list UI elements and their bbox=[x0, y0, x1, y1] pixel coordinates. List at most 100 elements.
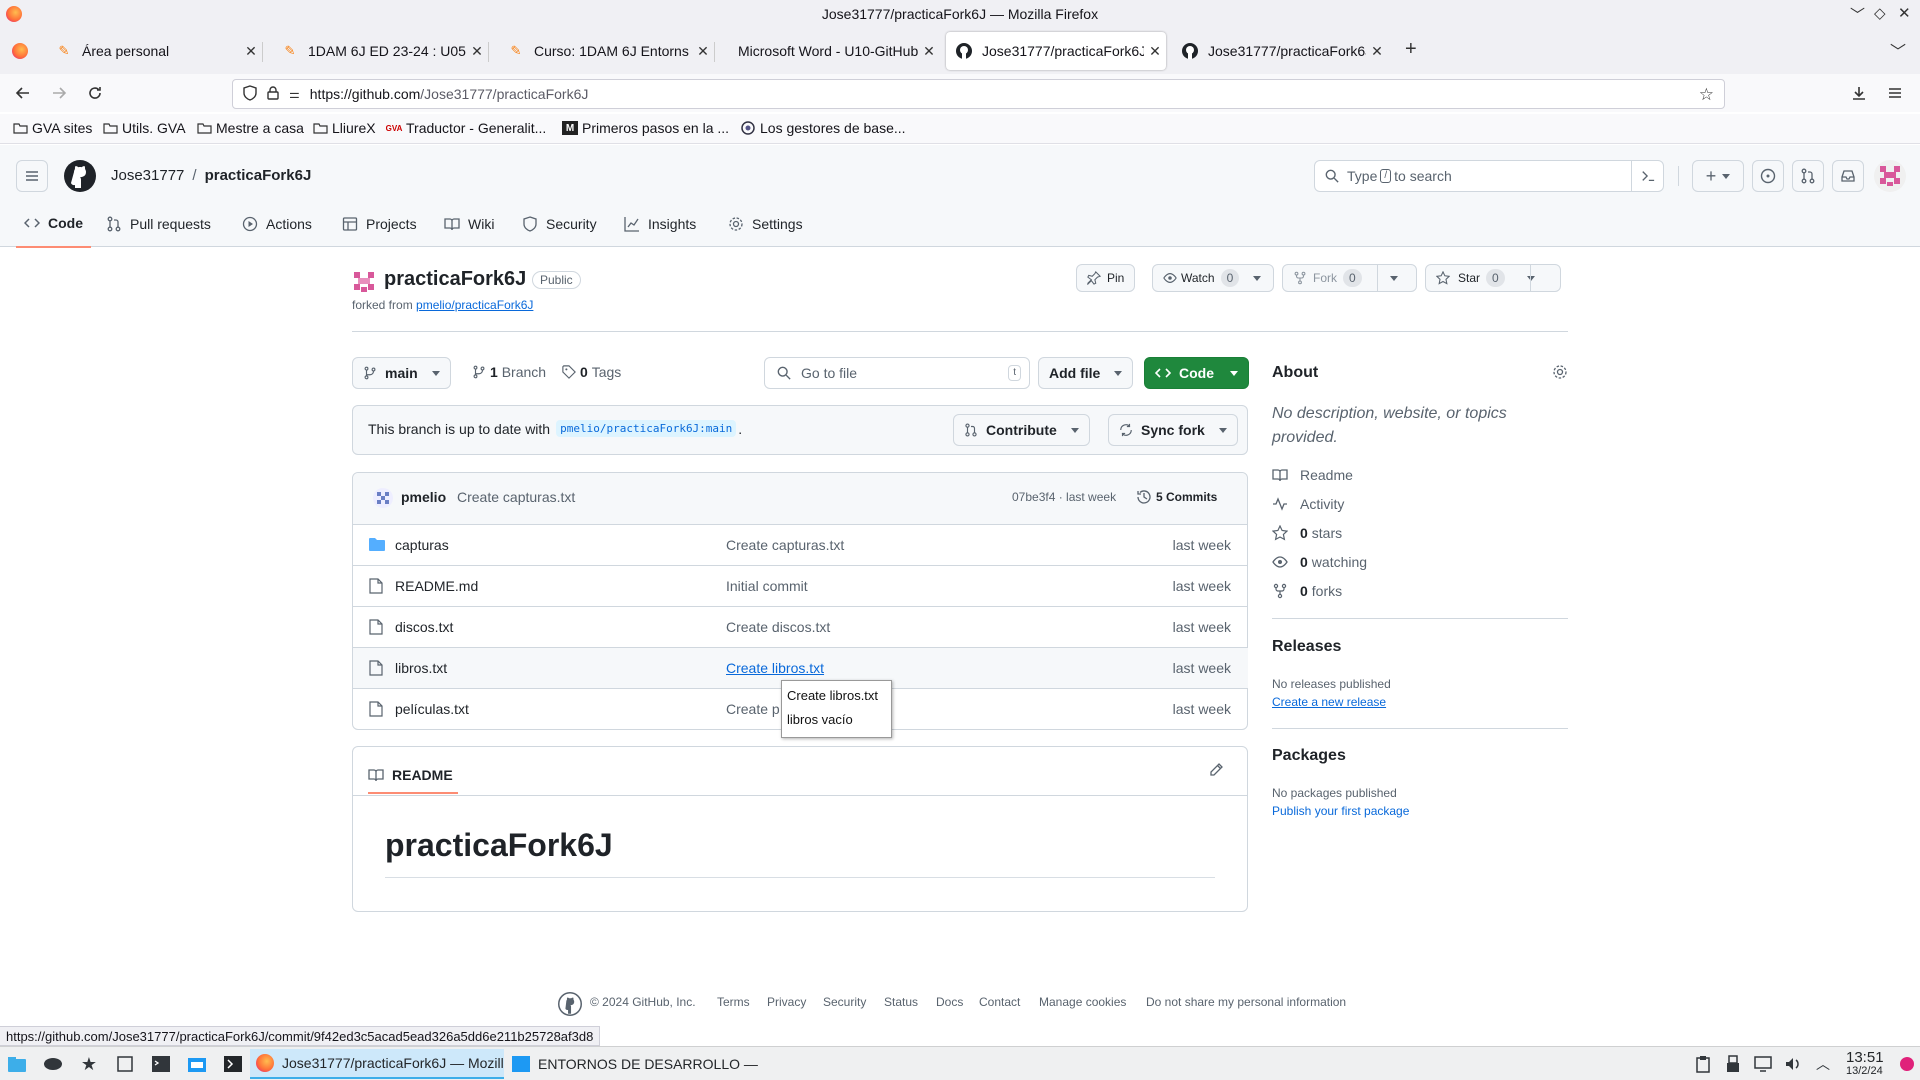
footer-link[interactable]: Contact bbox=[979, 995, 1020, 1009]
notification-dot-icon[interactable] bbox=[1900, 1057, 1914, 1071]
tray-expand-icon[interactable]: ︿ bbox=[1812, 1053, 1834, 1075]
file-commit-message[interactable]: Create p bbox=[726, 701, 780, 717]
tracking-shield-icon[interactable] bbox=[243, 84, 257, 104]
watching-link[interactable]: 0 watching bbox=[1272, 554, 1367, 570]
tab-security[interactable]: Security bbox=[522, 200, 597, 248]
code-button[interactable]: Code bbox=[1144, 357, 1249, 389]
footer-link[interactable]: Terms bbox=[717, 995, 750, 1009]
branch-selector[interactable]: main bbox=[352, 357, 451, 389]
table-row[interactable]: README.md Initial commit last week bbox=[353, 565, 1248, 606]
firefox-view-icon[interactable] bbox=[12, 43, 28, 59]
commits-link[interactable]: 5 Commits bbox=[1136, 489, 1217, 505]
network-icon[interactable] bbox=[1752, 1053, 1774, 1075]
commit-author[interactable]: pmelio bbox=[401, 489, 446, 505]
file-commit-message[interactable]: Create discos.txt bbox=[726, 619, 830, 635]
browser-tab[interactable]: ✎ 1DAM 6J ED 23-24 : U05.- G ✕ bbox=[272, 32, 489, 70]
terminal-icon[interactable] bbox=[150, 1053, 172, 1075]
avatar[interactable] bbox=[1874, 160, 1906, 195]
footer-link[interactable]: Privacy bbox=[767, 995, 806, 1009]
issues-button[interactable] bbox=[1752, 160, 1784, 192]
forked-from-link[interactable]: pmelio/practicaFork6J bbox=[416, 298, 533, 312]
about-settings-icon[interactable] bbox=[1552, 364, 1568, 383]
tab-projects[interactable]: Projects bbox=[342, 200, 417, 248]
file-name[interactable]: películas.txt bbox=[395, 701, 469, 717]
create-release-link[interactable]: Create a new release bbox=[1272, 695, 1386, 709]
desktop-icon[interactable] bbox=[114, 1053, 136, 1075]
file-manager-icon[interactable] bbox=[186, 1053, 208, 1075]
tab-wiki[interactable]: Wiki bbox=[444, 200, 494, 248]
add-file-button[interactable]: Add file bbox=[1038, 357, 1134, 389]
fork-button[interactable]: Fork 0 bbox=[1282, 264, 1417, 292]
browser-tab[interactable]: Microsoft Word - U10-GitHub ✕ bbox=[724, 32, 940, 70]
packages-title[interactable]: Packages bbox=[1272, 747, 1346, 765]
minimize-icon[interactable]: ﹀ bbox=[1850, 4, 1865, 25]
close-tab-icon[interactable]: ✕ bbox=[1366, 43, 1388, 60]
edit-readme-icon[interactable] bbox=[1208, 762, 1224, 781]
close-tab-icon[interactable]: ✕ bbox=[466, 43, 488, 60]
publish-package-link[interactable]: Publish your first package bbox=[1272, 804, 1409, 818]
bookmark-folder[interactable]: Mestre a casa bbox=[196, 120, 304, 136]
upstream-ref[interactable]: pmelio/practicaFork6J:main bbox=[556, 420, 737, 437]
file-commit-message[interactable]: Create libros.txt bbox=[726, 660, 824, 676]
readme-link[interactable]: Readme bbox=[1272, 467, 1353, 483]
browser-tab[interactable]: ✎ Área personal ✕ bbox=[46, 32, 263, 70]
tags-link[interactable]: 0 Tags bbox=[562, 364, 621, 380]
close-tab-icon[interactable]: ✕ bbox=[240, 43, 262, 60]
close-tab-icon[interactable]: ✕ bbox=[692, 43, 714, 60]
reload-icon[interactable] bbox=[84, 82, 106, 104]
downloads-icon[interactable] bbox=[1848, 82, 1870, 104]
pin-button[interactable]: Pin bbox=[1076, 264, 1136, 292]
back-icon[interactable] bbox=[12, 82, 34, 104]
activity-link[interactable]: Activity bbox=[1272, 496, 1344, 512]
bookmark-folder[interactable]: GVA sites bbox=[12, 120, 92, 136]
table-row[interactable]: capturas Create capturas.txt last week bbox=[353, 524, 1248, 565]
command-palette-icon[interactable] bbox=[1631, 161, 1663, 191]
breadcrumb-owner[interactable]: Jose31777 bbox=[111, 167, 184, 184]
tab-actions[interactable]: Actions bbox=[242, 200, 312, 248]
close-tab-icon[interactable]: ✕ bbox=[1144, 43, 1166, 60]
start-menu-icon[interactable] bbox=[6, 1053, 28, 1075]
bookmark-star-icon[interactable]: ☆ bbox=[1699, 85, 1714, 105]
list-all-tabs-icon[interactable]: ﹀ bbox=[1890, 38, 1906, 62]
favorites-icon[interactable]: ★ bbox=[78, 1053, 100, 1075]
contribute-button[interactable]: Contribute bbox=[953, 414, 1090, 446]
tab-settings[interactable]: Settings bbox=[728, 200, 803, 248]
clipboard-icon[interactable] bbox=[1692, 1053, 1714, 1075]
inbox-button[interactable] bbox=[1832, 160, 1864, 192]
browser-tab[interactable]: ✎ Curso: 1DAM 6J Entorns de ✕ bbox=[498, 32, 715, 70]
branches-link[interactable]: 1 Branch bbox=[472, 364, 546, 380]
close-tab-icon[interactable]: ✕ bbox=[918, 43, 940, 60]
footer-link[interactable]: Manage cookies bbox=[1039, 995, 1126, 1009]
browser-tab[interactable]: Jose31777/practicaFork6J ✕ bbox=[1172, 32, 1388, 70]
volume-icon[interactable] bbox=[1782, 1053, 1804, 1075]
bookmark-link[interactable]: GVA Traductor - Generalit... bbox=[386, 120, 547, 136]
console-icon[interactable] bbox=[222, 1053, 244, 1075]
file-name[interactable]: capturas bbox=[395, 537, 449, 553]
taskbar-task-firefox[interactable]: Jose31777/practicaFork6J — Mozill... bbox=[250, 1049, 504, 1079]
go-to-file-input[interactable]: Go to file t bbox=[764, 357, 1030, 389]
file-name[interactable]: discos.txt bbox=[395, 619, 453, 635]
footer-link[interactable]: Status bbox=[884, 995, 918, 1009]
file-commit-message[interactable]: Create capturas.txt bbox=[726, 537, 844, 553]
new-tab-icon[interactable]: + bbox=[1405, 38, 1417, 61]
create-new-button[interactable]: + bbox=[1692, 160, 1744, 192]
bookmark-link[interactable]: Los gestores de base... bbox=[740, 120, 906, 136]
file-name[interactable]: README.md bbox=[395, 578, 478, 594]
browser-tab-active[interactable]: Jose31777/practicaFork6J ✕ bbox=[946, 32, 1166, 70]
commit-message[interactable]: Create capturas.txt bbox=[457, 489, 575, 505]
forward-icon[interactable] bbox=[48, 82, 70, 104]
clock-time[interactable]: 13:51 bbox=[1846, 1049, 1884, 1066]
clock-date[interactable]: 13/2/24 bbox=[1846, 1065, 1883, 1077]
usb-device-icon[interactable] bbox=[1722, 1053, 1744, 1075]
maximize-icon[interactable]: ◇ bbox=[1874, 4, 1886, 22]
readme-tab[interactable]: README bbox=[368, 762, 458, 794]
app-menu-icon[interactable] bbox=[1884, 82, 1906, 104]
taskbar-task-files[interactable]: ENTORNOS DE DESARROLLO — D... bbox=[506, 1049, 760, 1079]
pull-requests-button[interactable] bbox=[1792, 160, 1824, 192]
tab-insights[interactable]: Insights bbox=[624, 200, 696, 248]
lock-icon[interactable] bbox=[267, 85, 279, 103]
tab-code[interactable]: Code bbox=[16, 200, 91, 248]
table-row[interactable]: discos.txt Create discos.txt last week bbox=[353, 606, 1248, 647]
stars-link[interactable]: 0 stars bbox=[1272, 525, 1342, 541]
repo-title[interactable]: practicaFork6J bbox=[384, 268, 526, 291]
